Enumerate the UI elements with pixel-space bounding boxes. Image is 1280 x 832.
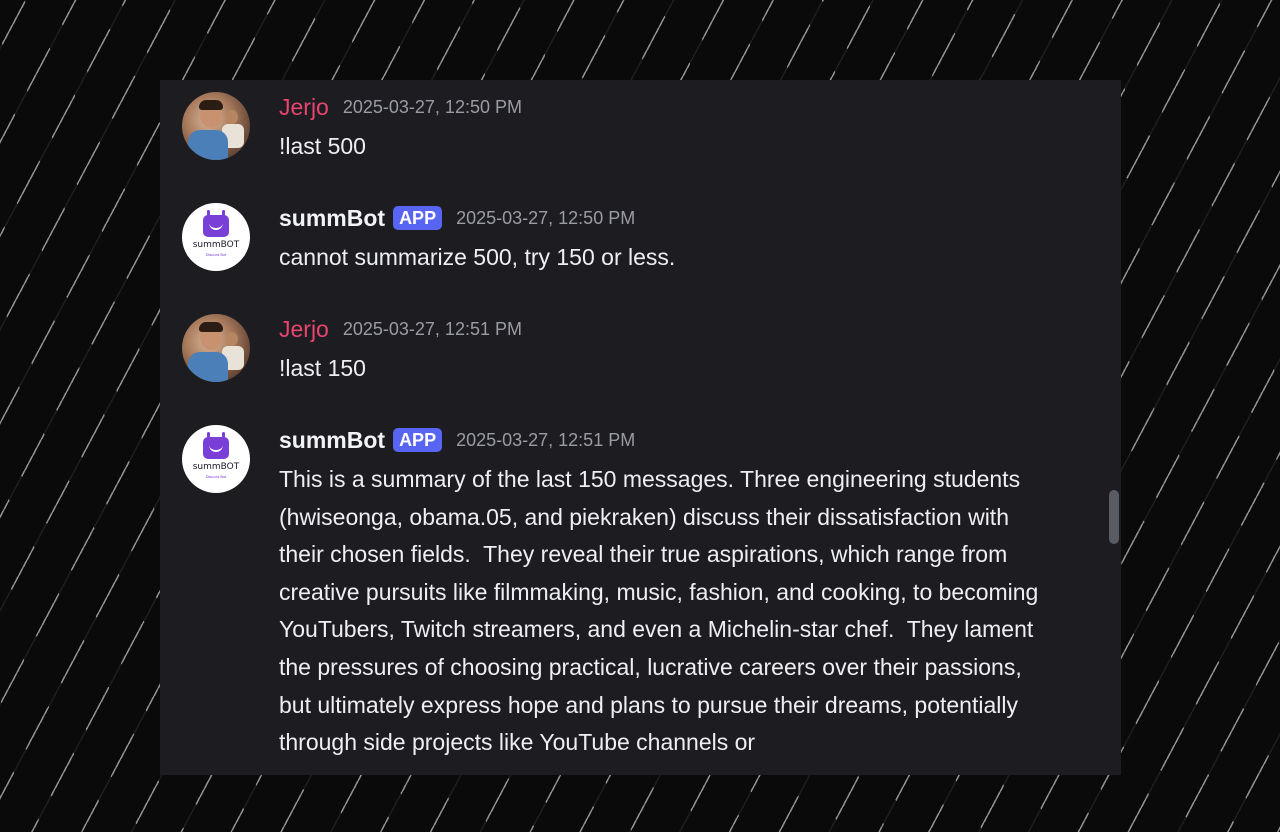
timestamp: 2025-03-27, 12:51 PM: [456, 429, 636, 450]
timestamp: 2025-03-27, 12:51 PM: [342, 318, 522, 339]
timestamp: 2025-03-27, 12:50 PM: [342, 96, 522, 117]
app-badge: APP: [393, 428, 443, 452]
username[interactable]: Jerjo: [279, 316, 329, 343]
username[interactable]: Jerjo: [279, 94, 329, 121]
bot-logo-sub: Discord Bot: [205, 252, 227, 257]
user-avatar[interactable]: [182, 92, 250, 160]
message-text: This is a summary of the last 150 messag…: [279, 466, 1045, 756]
message-text: !last 150: [279, 355, 366, 381]
bot-logo-text: summBOT: [192, 240, 240, 250]
bot-avatar[interactable]: summBOT Discord Bot: [182, 203, 250, 271]
scrollbar-thumb[interactable]: [1109, 490, 1119, 544]
bot-logo-sub: Discord Bot: [205, 474, 227, 479]
scrollbar[interactable]: [1107, 80, 1121, 775]
timestamp: 2025-03-27, 12:50 PM: [456, 207, 636, 228]
username[interactable]: summBot: [279, 427, 385, 454]
chat-window[interactable]: Jerjo 2025-03-27, 12:50 PM !last 500 sum…: [160, 80, 1121, 775]
username[interactable]: summBot: [279, 205, 385, 232]
bot-avatar[interactable]: summBOT Discord Bot: [182, 425, 250, 493]
message-text: !last 500: [279, 133, 366, 159]
message-text: cannot summarize 500, try 150 or less.: [279, 244, 676, 270]
bot-logo-text: summBOT: [192, 462, 240, 472]
app-badge: APP: [393, 206, 443, 230]
user-avatar[interactable]: [182, 314, 250, 382]
